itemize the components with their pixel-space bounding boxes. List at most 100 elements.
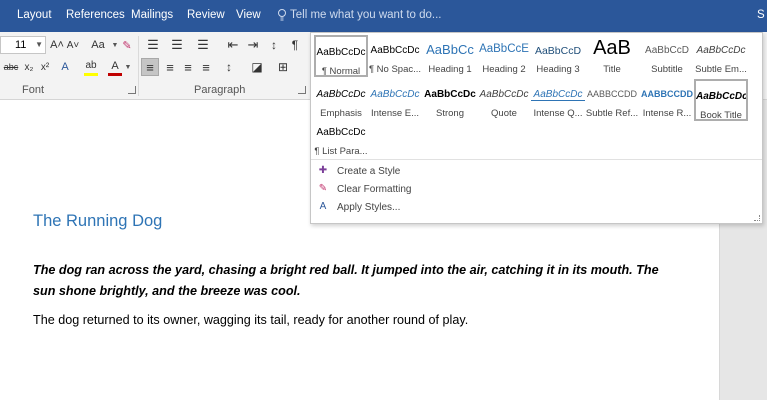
strikethrough-button[interactable]: abc — [2, 58, 20, 76]
share-button-partial[interactable]: S — [757, 9, 765, 21]
document-paragraph[interactable]: The dog returned to its owner, wagging i… — [33, 313, 468, 327]
decrease-indent-button[interactable]: ⇤ — [224, 36, 242, 54]
superscript-button[interactable]: x² — [38, 58, 52, 76]
style-strong[interactable]: AaBbCcDc Strong — [423, 79, 477, 121]
subscript-button[interactable]: x₂ — [22, 58, 36, 76]
style-name: Quote — [491, 108, 517, 119]
font-color-button[interactable]: A — [108, 58, 122, 76]
paragraph-dialog-launcher-icon[interactable] — [298, 86, 306, 94]
style-sample: AaBbCcD — [534, 45, 582, 57]
numbering-button[interactable]: ☰ — [166, 36, 188, 54]
chevron-down-icon[interactable]: ▼ — [111, 36, 119, 54]
style-sample: AaBbCcDc — [479, 89, 529, 100]
font-group-label: Font — [22, 84, 45, 96]
command-label: Create a Style — [337, 165, 401, 177]
style-name: Book Title — [700, 110, 742, 121]
line-spacing-button[interactable]: ↕ — [218, 58, 240, 76]
style-intense-emphasis[interactable]: AaBbCcDc Intense E... — [368, 79, 422, 121]
style-normal[interactable]: AaBbCcDc ¶ Normal — [314, 35, 368, 77]
style-no-spacing[interactable]: AaBbCcDc ¶ No Spac... — [368, 35, 422, 77]
tab-references[interactable]: References — [66, 9, 125, 21]
create-style-icon: ✚ — [318, 165, 328, 176]
style-heading-2[interactable]: AaBbCcE Heading 2 — [477, 35, 531, 77]
style-book-title[interactable]: AaBbCcDc Book Title — [694, 79, 748, 121]
create-style-command[interactable]: ✚ Create a Style — [317, 165, 401, 177]
tab-view[interactable]: View — [236, 9, 261, 21]
shading-button[interactable]: ◪ — [246, 58, 268, 76]
style-sample: AaBbCcDc — [424, 89, 476, 100]
show-marks-button[interactable]: ¶ — [288, 36, 302, 54]
ribbon-tab-bar: Layout References Mailings Review View T… — [0, 0, 767, 32]
gallery-divider — [311, 159, 762, 160]
change-case-button[interactable]: Aa — [86, 36, 110, 54]
style-sample: AaBbCcD — [645, 45, 689, 56]
style-subtitle[interactable]: AaBbCcD Subtitle — [640, 35, 694, 77]
tab-review[interactable]: Review — [187, 9, 225, 21]
style-subtle-emphasis[interactable]: AaBbCcDc Subtle Em... — [694, 35, 748, 77]
eraser-icon: ✎ — [318, 183, 328, 194]
font-size-value: 11 — [15, 39, 27, 51]
font-dialog-launcher-icon[interactable] — [128, 86, 136, 94]
style-name: Subtle Em... — [695, 64, 747, 75]
style-sample: AaBbCcE — [479, 43, 529, 55]
font-size-combo[interactable]: 11 ▼ — [0, 36, 46, 54]
grow-font-button[interactable]: A˄ — [50, 36, 64, 54]
style-name: Heading 3 — [536, 64, 580, 75]
bullets-button[interactable]: ☰ — [142, 36, 164, 54]
clear-formatting-icon[interactable]: ✎ — [120, 36, 134, 54]
style-sample: AaBbCcDc — [696, 45, 746, 56]
style-sample: AaBbCcDc — [316, 127, 366, 138]
clear-formatting-command[interactable]: ✎ Clear Formatting — [317, 183, 412, 195]
align-right-button[interactable]: ≡ — [180, 58, 196, 76]
style-name: Heading 2 — [482, 64, 526, 75]
style-heading-1[interactable]: AaBbCc Heading 1 — [423, 35, 477, 77]
text-effects-button[interactable]: A — [58, 58, 72, 76]
sort-button[interactable]: ↕ — [266, 36, 282, 54]
style-subtle-reference[interactable]: AABBCCDD Subtle Ref... — [585, 79, 639, 121]
style-intense-reference[interactable]: AABBCCDD Intense R... — [640, 79, 694, 121]
style-sample: AaBbCcDc — [370, 45, 420, 56]
shrink-font-button[interactable]: A˅ — [66, 36, 80, 54]
increase-indent-button[interactable]: ⇥ — [244, 36, 262, 54]
group-divider — [138, 36, 139, 96]
tell-me-search[interactable]: Tell me what you want to do... — [290, 9, 442, 21]
style-heading-3[interactable]: AaBbCcD Heading 3 — [531, 35, 585, 77]
style-name: Strong — [436, 108, 464, 119]
tab-layout[interactable]: Layout — [17, 9, 52, 21]
style-sample: AABBCCDD — [586, 89, 637, 99]
style-name: ¶ List Para... — [314, 146, 368, 157]
style-quote[interactable]: AaBbCcDc Quote — [477, 79, 531, 121]
style-title[interactable]: AaB Title — [585, 35, 639, 77]
apply-styles-command[interactable]: A Apply Styles... — [317, 201, 401, 213]
resize-grip-icon[interactable] — [754, 215, 760, 221]
style-sample: AaBbCc — [426, 42, 474, 57]
command-label: Clear Formatting — [337, 183, 412, 195]
style-sample: AABBCCDD — [641, 89, 693, 99]
tab-mailings[interactable]: Mailings — [131, 9, 173, 21]
align-left-button[interactable]: ≡ — [141, 58, 159, 76]
style-name: Heading 1 — [428, 64, 472, 75]
style-name: Subtle Ref... — [585, 108, 639, 119]
style-sample: AaB — [593, 37, 631, 59]
style-sample: AaBbCcDc — [696, 91, 746, 102]
style-sample: AaBbCcDc — [531, 89, 585, 101]
style-name: Intense Q... — [533, 108, 583, 119]
chevron-down-icon[interactable]: ▼ — [35, 37, 43, 53]
style-name: Subtitle — [651, 64, 683, 75]
align-center-button[interactable]: ≡ — [162, 58, 178, 76]
lightbulb-icon — [278, 9, 286, 21]
chevron-down-icon[interactable]: ▼ — [124, 58, 132, 76]
justify-button[interactable]: ≡ — [198, 58, 214, 76]
style-name: Title — [603, 64, 621, 75]
document-heading[interactable]: The Running Dog — [33, 212, 162, 231]
style-emphasis[interactable]: AaBbCcDc Emphasis — [314, 79, 368, 121]
style-list-paragraph[interactable]: AaBbCcDc ¶ List Para... — [314, 117, 368, 159]
multilevel-list-button[interactable]: ☰ — [192, 36, 214, 54]
borders-button[interactable]: ⊞ — [274, 58, 292, 76]
style-sample: AaBbCcDc — [316, 47, 366, 58]
style-intense-quote[interactable]: AaBbCcDc Intense Q... — [531, 79, 585, 121]
text-highlight-button[interactable]: ab — [84, 58, 98, 76]
apply-styles-icon: A — [319, 201, 327, 212]
document-paragraph-bold[interactable]: The dog ran across the yard, chasing a b… — [33, 260, 673, 302]
command-label: Apply Styles... — [337, 201, 401, 213]
